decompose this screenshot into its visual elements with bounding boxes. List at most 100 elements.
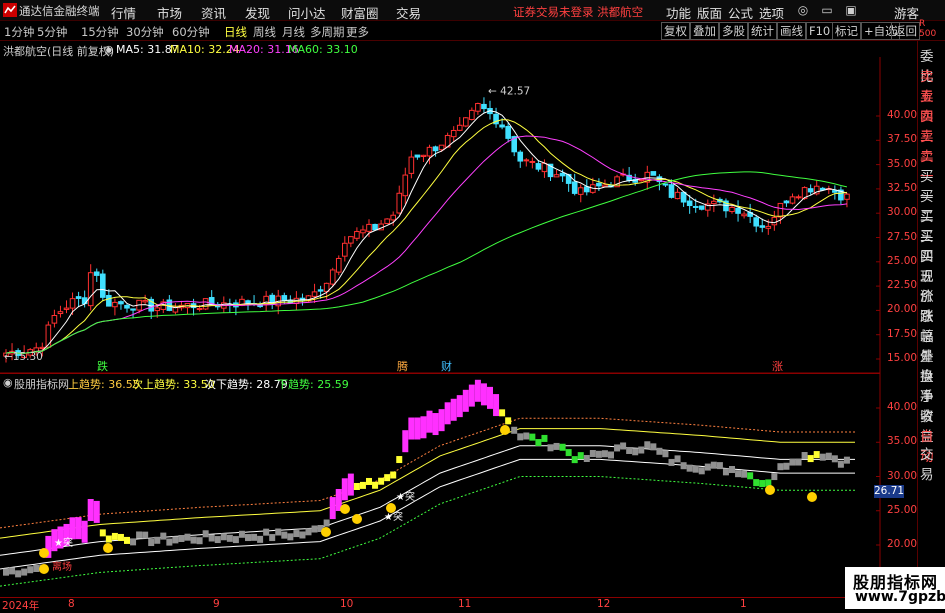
indicator-block (281, 531, 288, 539)
indicator-block (511, 426, 518, 434)
indicator-block (21, 568, 28, 576)
indicator-block (601, 450, 608, 458)
x-label-jan: 1 (740, 598, 747, 610)
indicator-block (238, 530, 245, 538)
menu-trade[interactable]: 交易 (396, 3, 421, 22)
candle-body (505, 125, 511, 139)
indicator-block (710, 461, 717, 469)
maximize-icon[interactable]: ▣ (843, 2, 859, 18)
menu-formula[interactable]: 公式 (728, 3, 753, 22)
period-weekly[interactable]: 周线 (253, 24, 276, 40)
x-label-sep: 9 (213, 598, 220, 610)
time-axis: 2024年 8 9 10 11 12 1 (0, 597, 917, 612)
candle-body (202, 298, 209, 310)
indicator-block (741, 470, 748, 478)
candle-body (93, 271, 100, 276)
signal-smiley-icon (321, 527, 331, 537)
watermark-url: www.7gpzb.com (855, 589, 945, 605)
candle-body (729, 206, 735, 213)
menu-options[interactable]: 选项 (759, 3, 784, 22)
indicator-block (299, 531, 306, 539)
candle-body (571, 181, 578, 194)
candle-body (438, 144, 445, 151)
overlay-button[interactable]: 叠加 (690, 22, 719, 40)
user-icon[interactable]: ◎ (795, 2, 811, 18)
indicator-block (523, 432, 530, 440)
indicator-block (245, 534, 251, 542)
candle-body (317, 289, 324, 292)
statistics-button[interactable]: 统计 (748, 22, 777, 40)
period-30min[interactable]: 30分钟 (126, 24, 164, 40)
candle-body (771, 216, 778, 226)
candle-body (69, 298, 76, 309)
indicator-block (547, 444, 554, 452)
period-15min[interactable]: 15分钟 (81, 24, 119, 40)
y-tick-label: 20.00 (887, 303, 918, 316)
menu-fortune[interactable]: 财富圈 (341, 3, 379, 22)
indicator-block (686, 464, 693, 472)
mark-button[interactable]: 标记 (832, 22, 861, 40)
menu-discover[interactable]: 发现 (245, 3, 270, 22)
indicator-block (505, 417, 512, 425)
indicator-block (347, 473, 354, 496)
candle-body (100, 273, 106, 298)
adjust-button[interactable]: 复权 (661, 22, 690, 40)
candle-body (662, 183, 669, 186)
period-monthly[interactable]: 月线 (282, 24, 305, 40)
sidebar-item-trade[interactable]: 交易 (920, 443, 945, 483)
signal-smiley-icon (103, 543, 113, 553)
candle-body (402, 174, 409, 197)
indicator-block (487, 386, 493, 409)
menu-quotes[interactable]: 行情 (111, 3, 136, 22)
guest-label[interactable]: 游客 (894, 3, 919, 22)
back-button[interactable]: 返回 (891, 22, 920, 40)
chart-area[interactable]: ← 42.57 ←15.30 跌 腾 财 涨 ★突 ★突 ★突离场 (0, 57, 917, 597)
title-bar: 通达信金融终端 行情 市场 资讯 发现 问小达 财富圈 交易 证券交易未登录 洪… (0, 0, 945, 21)
indicator-block (807, 455, 814, 463)
candle-body (535, 163, 542, 170)
menu-layout[interactable]: 版面 (697, 3, 722, 22)
menu-function[interactable]: 功能 (666, 3, 691, 22)
indicator-block (583, 454, 590, 462)
period-multi[interactable]: 多周期 (310, 24, 345, 40)
indicator-block (396, 456, 403, 464)
login-alert[interactable]: 证券交易未登录 洪都航空 (513, 4, 643, 20)
indicator-y-tick-label: 30.00 (887, 469, 918, 482)
multi-stock-button[interactable]: 多股 (719, 22, 748, 40)
ma60-label: MA60: 33.10 (288, 43, 358, 56)
indicator-block (275, 528, 282, 536)
indicator-block (402, 430, 409, 453)
y-tick-label: 30.00 (887, 206, 918, 219)
candle-body (541, 162, 548, 173)
indicator-block (372, 481, 379, 489)
candle-body (154, 307, 161, 312)
f10-button[interactable]: F10 (806, 22, 834, 40)
indicator-block (251, 533, 258, 541)
collapse-icon[interactable]: ◉ (104, 43, 114, 56)
period-more[interactable]: 更多 (346, 24, 369, 40)
menu-market[interactable]: 市场 (157, 3, 182, 22)
period-5min[interactable]: 5分钟 (37, 24, 67, 40)
indicator-block (117, 533, 124, 541)
draw-button[interactable]: 画线 (777, 22, 806, 40)
candle-body (668, 184, 675, 198)
period-1min[interactable]: 1分钟 (4, 24, 34, 40)
period-daily[interactable]: 日线 (224, 24, 247, 40)
minimize-icon[interactable]: ▭ (819, 2, 835, 18)
indicator-block (638, 446, 645, 454)
signal-smiley-icon (765, 485, 775, 495)
indicator-block (662, 450, 669, 458)
indicator-block (438, 409, 445, 432)
menu-news[interactable]: 资讯 (201, 3, 226, 22)
indicator-y-tick-label: 35.00 (887, 435, 918, 448)
menu-ask[interactable]: 问小达 (288, 3, 326, 22)
indicator-block (154, 536, 161, 544)
x-label-nov: 11 (458, 598, 472, 610)
candle-body (844, 193, 850, 200)
candle-body (432, 146, 439, 152)
period-60min[interactable]: 60分钟 (172, 24, 210, 40)
indicator-block (420, 416, 427, 439)
indicator-block (819, 453, 826, 461)
indicator-block (668, 458, 675, 466)
candle-body (711, 200, 717, 205)
